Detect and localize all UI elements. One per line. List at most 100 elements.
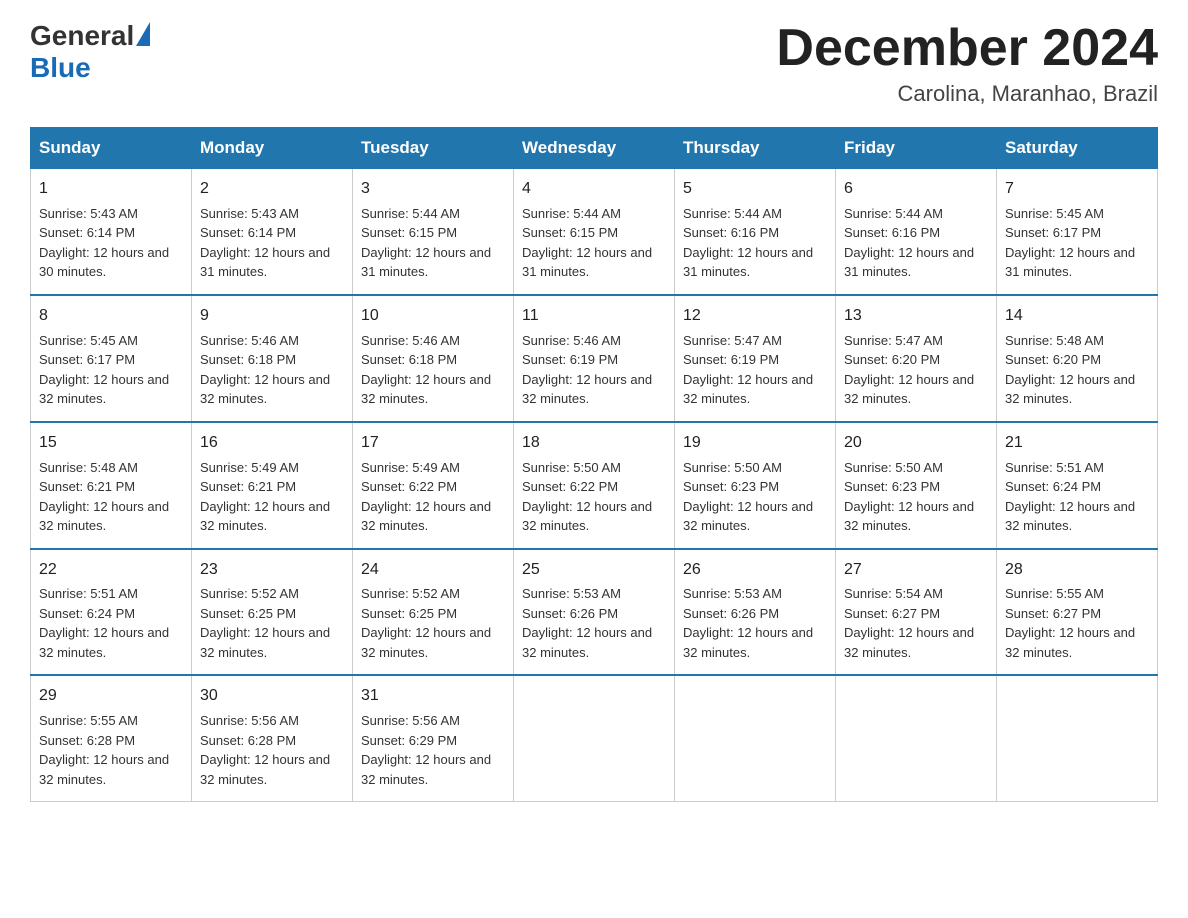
header: General Blue December 2024 Carolina, Mar… xyxy=(30,20,1158,107)
day-info: Sunrise: 5:52 AMSunset: 6:25 PMDaylight:… xyxy=(200,584,344,662)
day-number: 31 xyxy=(361,684,505,709)
day-info: Sunrise: 5:56 AMSunset: 6:28 PMDaylight:… xyxy=(200,711,344,789)
calendar-cell xyxy=(836,675,997,801)
day-number: 26 xyxy=(683,558,827,583)
day-number: 23 xyxy=(200,558,344,583)
calendar-cell: 26Sunrise: 5:53 AMSunset: 6:26 PMDayligh… xyxy=(675,549,836,676)
calendar-cell: 10Sunrise: 5:46 AMSunset: 6:18 PMDayligh… xyxy=(353,295,514,422)
day-number: 5 xyxy=(683,177,827,202)
day-info: Sunrise: 5:44 AMSunset: 6:15 PMDaylight:… xyxy=(522,204,666,282)
calendar-cell: 22Sunrise: 5:51 AMSunset: 6:24 PMDayligh… xyxy=(31,549,192,676)
day-info: Sunrise: 5:53 AMSunset: 6:26 PMDaylight:… xyxy=(683,584,827,662)
day-info: Sunrise: 5:45 AMSunset: 6:17 PMDaylight:… xyxy=(1005,204,1149,282)
calendar-cell: 6Sunrise: 5:44 AMSunset: 6:16 PMDaylight… xyxy=(836,169,997,295)
calendar-week-row: 1Sunrise: 5:43 AMSunset: 6:14 PMDaylight… xyxy=(31,169,1158,295)
day-number: 22 xyxy=(39,558,183,583)
calendar-cell: 21Sunrise: 5:51 AMSunset: 6:24 PMDayligh… xyxy=(997,422,1158,549)
calendar-week-row: 8Sunrise: 5:45 AMSunset: 6:17 PMDaylight… xyxy=(31,295,1158,422)
day-number: 27 xyxy=(844,558,988,583)
day-number: 16 xyxy=(200,431,344,456)
day-info: Sunrise: 5:43 AMSunset: 6:14 PMDaylight:… xyxy=(39,204,183,282)
day-number: 25 xyxy=(522,558,666,583)
day-number: 19 xyxy=(683,431,827,456)
day-info: Sunrise: 5:55 AMSunset: 6:27 PMDaylight:… xyxy=(1005,584,1149,662)
calendar-cell: 31Sunrise: 5:56 AMSunset: 6:29 PMDayligh… xyxy=(353,675,514,801)
day-number: 20 xyxy=(844,431,988,456)
calendar-header-tuesday: Tuesday xyxy=(353,128,514,169)
day-number: 28 xyxy=(1005,558,1149,583)
calendar-cell: 3Sunrise: 5:44 AMSunset: 6:15 PMDaylight… xyxy=(353,169,514,295)
calendar-header-saturday: Saturday xyxy=(997,128,1158,169)
logo: General Blue xyxy=(30,20,150,84)
calendar-cell: 28Sunrise: 5:55 AMSunset: 6:27 PMDayligh… xyxy=(997,549,1158,676)
day-number: 12 xyxy=(683,304,827,329)
calendar-cell: 17Sunrise: 5:49 AMSunset: 6:22 PMDayligh… xyxy=(353,422,514,549)
calendar-cell: 11Sunrise: 5:46 AMSunset: 6:19 PMDayligh… xyxy=(514,295,675,422)
calendar-week-row: 29Sunrise: 5:55 AMSunset: 6:28 PMDayligh… xyxy=(31,675,1158,801)
calendar-cell: 23Sunrise: 5:52 AMSunset: 6:25 PMDayligh… xyxy=(192,549,353,676)
day-number: 10 xyxy=(361,304,505,329)
day-info: Sunrise: 5:43 AMSunset: 6:14 PMDaylight:… xyxy=(200,204,344,282)
day-info: Sunrise: 5:47 AMSunset: 6:19 PMDaylight:… xyxy=(683,331,827,409)
calendar-cell: 15Sunrise: 5:48 AMSunset: 6:21 PMDayligh… xyxy=(31,422,192,549)
day-number: 11 xyxy=(522,304,666,329)
day-info: Sunrise: 5:51 AMSunset: 6:24 PMDaylight:… xyxy=(1005,458,1149,536)
day-number: 18 xyxy=(522,431,666,456)
calendar-title: December 2024 xyxy=(776,20,1158,77)
calendar-cell: 29Sunrise: 5:55 AMSunset: 6:28 PMDayligh… xyxy=(31,675,192,801)
calendar-cell xyxy=(997,675,1158,801)
calendar-cell: 9Sunrise: 5:46 AMSunset: 6:18 PMDaylight… xyxy=(192,295,353,422)
calendar-cell: 7Sunrise: 5:45 AMSunset: 6:17 PMDaylight… xyxy=(997,169,1158,295)
day-info: Sunrise: 5:44 AMSunset: 6:16 PMDaylight:… xyxy=(683,204,827,282)
day-number: 6 xyxy=(844,177,988,202)
calendar-cell xyxy=(675,675,836,801)
day-info: Sunrise: 5:48 AMSunset: 6:21 PMDaylight:… xyxy=(39,458,183,536)
day-number: 2 xyxy=(200,177,344,202)
calendar-table: SundayMondayTuesdayWednesdayThursdayFrid… xyxy=(30,127,1158,802)
logo-blue-text: Blue xyxy=(30,52,91,84)
day-info: Sunrise: 5:46 AMSunset: 6:18 PMDaylight:… xyxy=(200,331,344,409)
day-info: Sunrise: 5:44 AMSunset: 6:16 PMDaylight:… xyxy=(844,204,988,282)
day-number: 7 xyxy=(1005,177,1149,202)
day-number: 4 xyxy=(522,177,666,202)
calendar-cell: 24Sunrise: 5:52 AMSunset: 6:25 PMDayligh… xyxy=(353,549,514,676)
day-info: Sunrise: 5:52 AMSunset: 6:25 PMDaylight:… xyxy=(361,584,505,662)
day-number: 1 xyxy=(39,177,183,202)
day-info: Sunrise: 5:49 AMSunset: 6:22 PMDaylight:… xyxy=(361,458,505,536)
day-info: Sunrise: 5:46 AMSunset: 6:19 PMDaylight:… xyxy=(522,331,666,409)
calendar-header-monday: Monday xyxy=(192,128,353,169)
day-number: 29 xyxy=(39,684,183,709)
calendar-cell: 8Sunrise: 5:45 AMSunset: 6:17 PMDaylight… xyxy=(31,295,192,422)
calendar-cell: 1Sunrise: 5:43 AMSunset: 6:14 PMDaylight… xyxy=(31,169,192,295)
day-info: Sunrise: 5:51 AMSunset: 6:24 PMDaylight:… xyxy=(39,584,183,662)
calendar-cell: 18Sunrise: 5:50 AMSunset: 6:22 PMDayligh… xyxy=(514,422,675,549)
day-info: Sunrise: 5:49 AMSunset: 6:21 PMDaylight:… xyxy=(200,458,344,536)
day-info: Sunrise: 5:48 AMSunset: 6:20 PMDaylight:… xyxy=(1005,331,1149,409)
logo-triangle-icon xyxy=(136,22,150,46)
day-info: Sunrise: 5:56 AMSunset: 6:29 PMDaylight:… xyxy=(361,711,505,789)
day-number: 9 xyxy=(200,304,344,329)
calendar-header-thursday: Thursday xyxy=(675,128,836,169)
calendar-header-row: SundayMondayTuesdayWednesdayThursdayFrid… xyxy=(31,128,1158,169)
calendar-cell: 2Sunrise: 5:43 AMSunset: 6:14 PMDaylight… xyxy=(192,169,353,295)
day-info: Sunrise: 5:47 AMSunset: 6:20 PMDaylight:… xyxy=(844,331,988,409)
calendar-cell: 12Sunrise: 5:47 AMSunset: 6:19 PMDayligh… xyxy=(675,295,836,422)
calendar-cell: 13Sunrise: 5:47 AMSunset: 6:20 PMDayligh… xyxy=(836,295,997,422)
calendar-week-row: 15Sunrise: 5:48 AMSunset: 6:21 PMDayligh… xyxy=(31,422,1158,549)
calendar-header-friday: Friday xyxy=(836,128,997,169)
calendar-week-row: 22Sunrise: 5:51 AMSunset: 6:24 PMDayligh… xyxy=(31,549,1158,676)
calendar-cell: 20Sunrise: 5:50 AMSunset: 6:23 PMDayligh… xyxy=(836,422,997,549)
day-info: Sunrise: 5:46 AMSunset: 6:18 PMDaylight:… xyxy=(361,331,505,409)
calendar-cell: 14Sunrise: 5:48 AMSunset: 6:20 PMDayligh… xyxy=(997,295,1158,422)
day-number: 15 xyxy=(39,431,183,456)
day-info: Sunrise: 5:50 AMSunset: 6:23 PMDaylight:… xyxy=(844,458,988,536)
day-info: Sunrise: 5:53 AMSunset: 6:26 PMDaylight:… xyxy=(522,584,666,662)
day-number: 8 xyxy=(39,304,183,329)
day-info: Sunrise: 5:50 AMSunset: 6:23 PMDaylight:… xyxy=(683,458,827,536)
day-info: Sunrise: 5:44 AMSunset: 6:15 PMDaylight:… xyxy=(361,204,505,282)
day-info: Sunrise: 5:55 AMSunset: 6:28 PMDaylight:… xyxy=(39,711,183,789)
day-number: 14 xyxy=(1005,304,1149,329)
calendar-cell: 30Sunrise: 5:56 AMSunset: 6:28 PMDayligh… xyxy=(192,675,353,801)
day-number: 17 xyxy=(361,431,505,456)
day-info: Sunrise: 5:45 AMSunset: 6:17 PMDaylight:… xyxy=(39,331,183,409)
